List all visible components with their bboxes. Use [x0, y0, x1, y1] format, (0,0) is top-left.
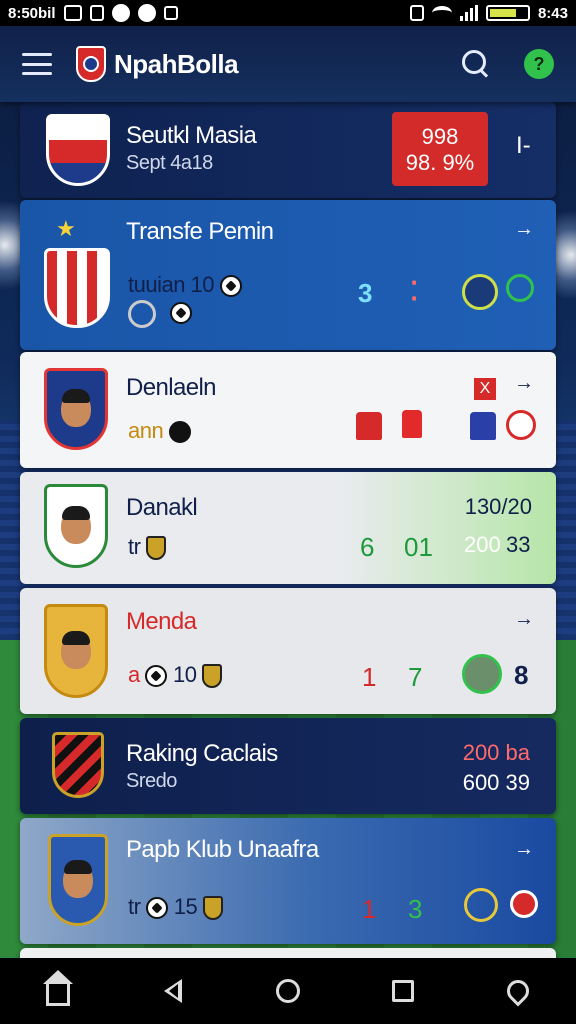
score-bottom: 98. 9%: [405, 150, 475, 175]
list-item[interactable]: Seutkl Masia Sept 4a18 998 98. 9% I-: [20, 102, 556, 198]
star-icon: ★: [56, 216, 76, 241]
card-subtitle: Sept 4a18: [126, 152, 213, 174]
jersey-icon: [402, 410, 422, 438]
list-item[interactable]: Danakl 130/20 tr 6 01 200 33: [20, 472, 556, 584]
card-title: Papb Klub Unaafra: [126, 836, 319, 863]
player-portrait: [48, 834, 108, 926]
card-subtitle: tuuian 10: [128, 272, 242, 298]
player-portrait: [44, 484, 108, 568]
stat-dots: ⁚: [410, 276, 419, 306]
status-bar: 8:50bil 8:43: [0, 0, 576, 26]
player-portrait: [44, 604, 108, 698]
list-item[interactable]: ★ Transfe Pemin → tuuian 10 3 ⁚: [20, 200, 556, 350]
team-badge-icon: [506, 274, 534, 302]
stat-b: 3: [408, 894, 423, 924]
football-icon: [170, 302, 192, 324]
football-icon: [146, 897, 169, 920]
score-bottom: 600 39: [462, 770, 530, 795]
card-title: Transfe Pemin: [126, 218, 274, 245]
location-icon[interactable]: [498, 971, 538, 1011]
card-subtitle: tr: [128, 534, 167, 561]
side-mark: I-: [516, 132, 531, 159]
score-right: 130/20: [464, 494, 532, 519]
status-left-text: 8:50bil: [8, 4, 56, 22]
card-title: Seutkl Masia: [126, 122, 257, 149]
card-title: Danakl: [126, 494, 198, 521]
sync-icon: [137, 4, 156, 22]
list-item[interactable]: Menda → a 10 1 7 8: [20, 588, 556, 714]
player-portrait: [44, 368, 108, 450]
stat-c: 8: [514, 660, 529, 690]
team-badge-icon: [506, 410, 536, 440]
card-title: Raking Caclais: [126, 740, 278, 767]
back-icon[interactable]: [153, 971, 193, 1011]
club-crest: [52, 732, 104, 798]
card-title: Menda: [126, 608, 197, 635]
arrow-right-icon: →: [514, 608, 534, 630]
menu-icon[interactable]: [22, 53, 52, 75]
football-icon: [219, 275, 242, 298]
team-badge-icon: [462, 654, 502, 694]
stat-a: 1: [362, 662, 377, 692]
arrow-right-icon: →: [514, 218, 534, 240]
help-icon[interactable]: ?: [524, 49, 554, 79]
club-badge-icon: [202, 664, 223, 689]
list-item[interactable]: Papb Klub Unaafra → tr 15 1 3: [20, 818, 556, 944]
home-icon[interactable]: [38, 970, 78, 1011]
stat-a: 1: [362, 894, 377, 924]
list-item[interactable]: Raking Caclais Sredo 200 ba 600 39: [20, 718, 556, 814]
score-top: 998: [421, 124, 459, 149]
image-icon: [163, 6, 178, 20]
search-icon[interactable]: [462, 50, 490, 78]
stat-b: 7: [408, 662, 423, 692]
jersey-icon: [356, 412, 382, 440]
recents-icon[interactable]: [383, 971, 423, 1011]
team-badge-icon: [462, 274, 498, 310]
lock-icon: [409, 5, 424, 21]
status-time: 8:43: [537, 4, 568, 22]
card-subtitle: ann: [128, 418, 191, 444]
card-subtitle: tr 15: [128, 894, 223, 921]
app-logo: [76, 46, 106, 82]
jersey-icon: [470, 412, 496, 440]
card-title: Denlaeln: [126, 374, 217, 401]
media-icon: [89, 5, 104, 21]
app-header: NpahBolla ?: [0, 26, 576, 102]
battery-icon: [485, 5, 530, 21]
club-badge-icon: [202, 896, 223, 921]
football-icon: [145, 665, 168, 688]
team-badge-icon: [510, 890, 538, 918]
app-title: NpahBolla: [114, 48, 239, 79]
stat-a: 6: [360, 532, 375, 562]
system-nav-bar: [0, 958, 576, 1024]
arrow-right-icon: →: [514, 838, 534, 860]
wifi-icon: [431, 6, 452, 20]
stat-a: 3: [358, 278, 373, 308]
club-crest: [46, 114, 110, 186]
circle-home-icon[interactable]: [268, 971, 308, 1011]
stat-c: 200: [464, 532, 501, 557]
card-subtitle: a 10: [128, 662, 223, 689]
stat-b: 01: [404, 532, 433, 562]
close-mark-icon: X: [474, 378, 496, 400]
arrow-right-icon: →: [514, 372, 534, 394]
coin-icon: [128, 300, 156, 328]
score-top: 200 ba: [462, 740, 530, 765]
football-icon: [168, 421, 191, 444]
signal-icon: [459, 5, 478, 21]
team-badge-icon: [464, 888, 498, 922]
list-item[interactable]: Denlaeln → X ann: [20, 352, 556, 468]
card-subtitle: Sredo: [126, 770, 177, 792]
stat-d: 33: [506, 532, 531, 557]
score-box: 998 98. 9%: [392, 112, 488, 186]
club-crest: [44, 248, 110, 328]
notification-icon: [63, 5, 82, 21]
club-badge-icon: [146, 536, 167, 561]
app-notification-icon: [111, 4, 130, 22]
